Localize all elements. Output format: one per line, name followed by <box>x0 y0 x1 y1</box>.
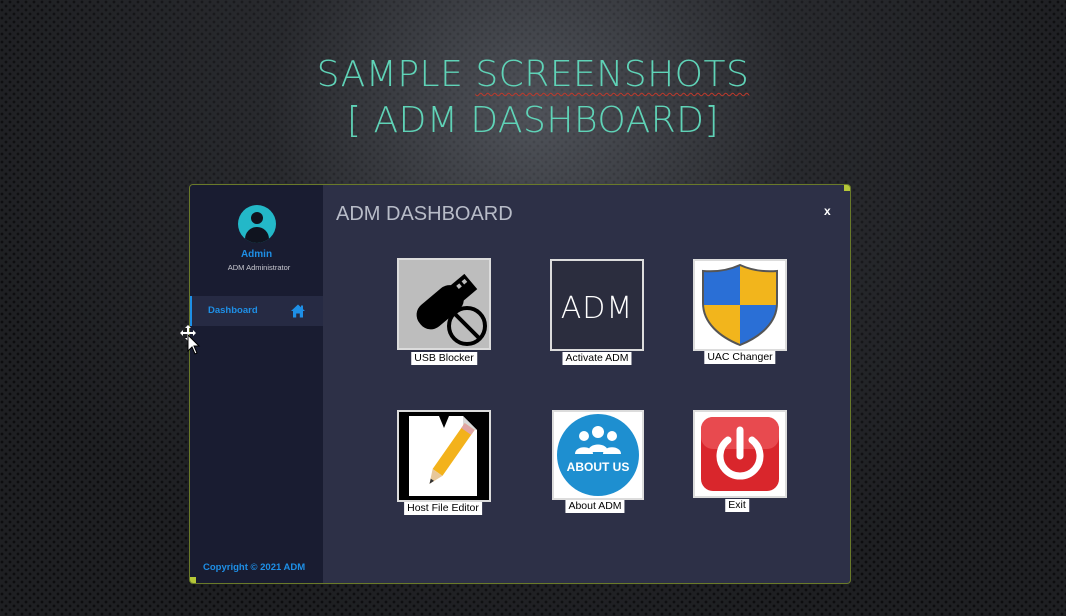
adm-logo-text: ADM <box>561 291 634 326</box>
activate-adm-label: Activate ADM <box>562 352 632 365</box>
adm-logo-icon: ADM <box>550 259 644 351</box>
host-file-editor-tile[interactable]: Host File Editor <box>397 410 491 520</box>
page-title: ADM DASHBOARD <box>336 203 513 225</box>
copyright-text: Copyright © 2021 ADM <box>203 562 306 573</box>
mouse-cursor-icon <box>180 325 201 355</box>
usb-blocker-tile[interactable]: USB Blocker <box>397 258 491 368</box>
notepad-pencil-icon <box>397 410 491 502</box>
usb-blocked-icon <box>397 258 491 350</box>
about-adm-label: About ADM <box>565 500 625 513</box>
usb-blocker-label: USB Blocker <box>411 352 477 365</box>
close-button[interactable]: x <box>824 204 831 218</box>
adm-dashboard-window: Admin ADM Administrator Dashboard Copyri… <box>190 185 850 583</box>
slide-title-word-sample: SAMPLE <box>316 54 464 95</box>
user-role: ADM Administrator <box>227 263 291 272</box>
slide-title-word-screenshots: SCREENSHOTS <box>475 54 750 95</box>
user-avatar-icon <box>238 205 276 243</box>
sidebar-item-label: Dashboard <box>208 305 258 316</box>
slide-title-line2: [ ADM DASHBOARD] <box>346 100 720 141</box>
exit-tile[interactable]: Exit <box>693 410 787 520</box>
uac-changer-tile[interactable]: UAC Changer <box>693 259 787 369</box>
home-icon <box>291 304 305 318</box>
uac-changer-label: UAC Changer <box>704 351 776 364</box>
sidebar-item-dashboard[interactable]: Dashboard <box>190 296 323 326</box>
slide-title-line1: SAMPLE SCREENSHOTS <box>0 52 1066 98</box>
uac-shield-icon <box>693 259 787 351</box>
sidebar: Admin ADM Administrator Dashboard Copyri… <box>190 185 323 583</box>
power-icon <box>693 410 787 498</box>
exit-label: Exit <box>725 499 749 512</box>
slide-title: SAMPLE SCREENSHOTS [ ADM DASHBOARD] <box>0 52 1066 144</box>
about-us-icon: ABOUT US <box>552 410 644 500</box>
about-us-logo-text: ABOUT US <box>567 460 630 474</box>
user-name: Admin <box>240 249 273 260</box>
host-file-editor-label: Host File Editor <box>404 502 482 515</box>
about-adm-tile[interactable]: ABOUT US About ADM <box>552 410 646 520</box>
activate-adm-tile[interactable]: ADM Activate ADM <box>550 259 644 369</box>
